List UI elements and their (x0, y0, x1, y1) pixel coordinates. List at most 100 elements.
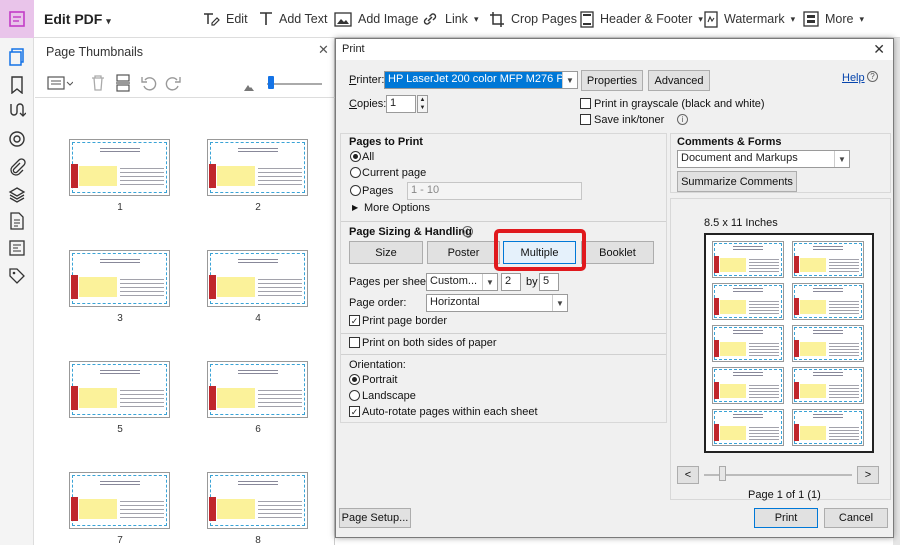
edit-tool-button[interactable]: Edit (202, 9, 248, 29)
document-scrollbar[interactable] (893, 38, 900, 545)
booklet-tab-button[interactable]: Booklet (581, 241, 654, 264)
info-icon[interactable]: i (462, 226, 473, 237)
order-icon[interactable] (8, 102, 26, 120)
watermark-icon (704, 10, 718, 28)
target-icon[interactable] (8, 130, 26, 148)
insert-page-icon[interactable] (115, 74, 131, 92)
page-number: 3 (117, 313, 123, 324)
properties-button[interactable]: Properties (581, 70, 643, 91)
zoom-out-mountain-icon[interactable] (243, 78, 255, 96)
previous-page-button[interactable]: < (677, 466, 699, 484)
both-sides-label: Print on both sides of paper (362, 337, 497, 349)
more-button[interactable]: More ▾ (803, 9, 864, 29)
rows-input[interactable]: 5 (539, 273, 559, 291)
layers-icon[interactable] (8, 186, 26, 204)
pages-range-radio[interactable] (350, 185, 361, 196)
options-menu-icon[interactable] (47, 74, 73, 92)
page-thumbnail-4[interactable] (207, 250, 308, 307)
more-options-toggle[interactable]: More Options (364, 202, 430, 214)
pages-to-print-heading: Pages to Print (349, 136, 423, 148)
page-thumbnail-6[interactable] (207, 361, 308, 418)
size-tab-button[interactable]: Size (349, 241, 423, 264)
advanced-button[interactable]: Advanced (648, 70, 710, 91)
compare-icon[interactable] (8, 239, 26, 257)
page-setup-button[interactable]: Page Setup... (339, 508, 411, 528)
attachment-icon[interactable] (8, 158, 26, 176)
current-page-radio[interactable] (350, 167, 361, 178)
page-thumbnail-8[interactable] (207, 472, 308, 529)
help-link[interactable]: Help (842, 72, 865, 84)
copies-stepper[interactable]: ▲ ▼ (417, 95, 428, 113)
divider (341, 354, 666, 355)
crop-pages-button[interactable]: Crop Pages (489, 9, 577, 29)
page-thumbnail-2[interactable] (207, 139, 308, 196)
pages-per-sheet-select[interactable]: Custom... ▼ (426, 273, 498, 291)
print-button[interactable]: Print (754, 508, 818, 528)
page-order-value: Horizontal (430, 296, 480, 308)
portrait-radio[interactable] (349, 374, 360, 385)
copies-input[interactable]: 1 (386, 95, 416, 113)
page-thumbnail-1[interactable] (69, 139, 170, 196)
edit-pdf-menu[interactable]: Edit PDF ▾ (44, 11, 111, 27)
page-sizing-heading: Page Sizing & Handling (349, 226, 472, 238)
comments-forms-heading: Comments & Forms (677, 136, 782, 148)
columns-input[interactable]: 2 (501, 273, 521, 291)
chevron-down-icon: ▾ (473, 13, 479, 24)
slider-handle[interactable] (268, 76, 274, 89)
bookmark-icon[interactable] (8, 76, 26, 94)
more-label: More (825, 12, 854, 26)
rotate-clockwise-icon[interactable] (165, 74, 181, 92)
add-image-button[interactable]: Add Image (334, 9, 418, 29)
poster-tab-button[interactable]: Poster (427, 241, 500, 264)
preview-page (712, 367, 784, 404)
next-page-button[interactable]: > (857, 466, 879, 484)
grayscale-checkbox[interactable] (580, 98, 591, 109)
cancel-button[interactable]: Cancel (824, 508, 888, 528)
landscape-label: Landscape (362, 390, 416, 402)
close-icon[interactable]: ✕ (318, 42, 329, 58)
multiple-highlight-annotation (494, 229, 586, 271)
slider-handle[interactable] (719, 466, 726, 481)
expand-triangle-icon[interactable]: ▶ (352, 203, 358, 212)
add-text-button[interactable]: Add Text (259, 9, 327, 29)
close-icon[interactable]: ✕ (873, 41, 885, 58)
tag-icon[interactable] (8, 267, 26, 285)
both-sides-checkbox[interactable] (349, 337, 360, 348)
preview-page (712, 241, 784, 278)
auto-rotate-label: Auto-rotate pages within each sheet (362, 406, 538, 418)
watermark-button[interactable]: Watermark ▾ (704, 9, 795, 29)
chevron-down-icon: ▼ (552, 295, 567, 311)
preview-page (712, 283, 784, 320)
orientation-label: Orientation: (349, 359, 406, 371)
header-footer-label: Header & Footer (600, 12, 693, 26)
delete-icon[interactable] (90, 74, 106, 92)
help-info-icon[interactable]: ? (867, 71, 878, 82)
page-thumbnail-3[interactable] (69, 250, 170, 307)
landscape-radio[interactable] (349, 390, 360, 401)
pages-range-input[interactable]: 1 - 10 (407, 182, 582, 200)
rotate-counterclockwise-icon[interactable] (141, 74, 157, 92)
thumbnail-size-slider[interactable] (267, 83, 322, 85)
page-thumbnail-7[interactable] (69, 472, 170, 529)
info-icon[interactable]: i (677, 114, 688, 125)
current-page-label: Current page (362, 167, 427, 179)
print-border-checkbox[interactable]: ✓ (349, 315, 360, 326)
preview-page-slider[interactable] (704, 474, 852, 476)
page-order-select[interactable]: Horizontal ▼ (426, 294, 568, 312)
dialog-title-bar: Print ✕ (336, 39, 893, 60)
preview-page (792, 241, 864, 278)
page-thumbnail-5[interactable] (69, 361, 170, 418)
chevron-down-icon: ▾ (106, 16, 111, 26)
printer-select[interactable]: HP LaserJet 200 color MFP M276 PCL 6 ▼ (384, 71, 578, 89)
page-thumbnails-icon[interactable] (8, 48, 26, 66)
all-pages-radio[interactable] (350, 151, 361, 162)
save-ink-checkbox[interactable] (580, 114, 591, 125)
auto-rotate-checkbox[interactable]: ✓ (349, 406, 360, 417)
comments-forms-select[interactable]: Document and Markups ▼ (677, 150, 850, 168)
link-button[interactable]: Link ▾ (421, 9, 478, 29)
print-border-label: Print page border (362, 315, 447, 327)
edit-pdf-tool-icon[interactable] (0, 0, 34, 38)
document-icon[interactable] (8, 212, 26, 230)
summarize-comments-button[interactable]: Summarize Comments (677, 171, 797, 192)
header-footer-button[interactable]: Header & Footer ▾ (580, 9, 703, 29)
